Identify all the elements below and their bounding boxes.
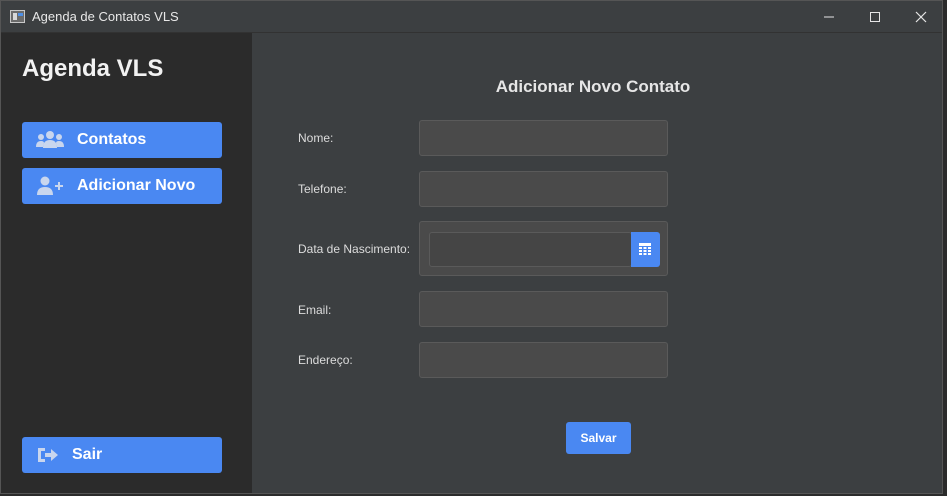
form-title-text: Adicionar Novo Contato (495, 77, 691, 96)
form-title: Adicionar Novo Contato (252, 77, 942, 97)
close-button[interactable] (898, 1, 942, 33)
minimize-icon (824, 16, 834, 18)
nascimento-label: Data de Nascimento: (298, 242, 411, 256)
user-plus-icon (37, 176, 63, 195)
sign-out-icon (38, 448, 58, 462)
email-input[interactable] (419, 291, 668, 327)
brand-title: Agenda VLS (22, 55, 164, 82)
logout-label: Sair (72, 446, 103, 463)
sidebar-item-label: Contatos (77, 131, 147, 148)
app-icon (10, 10, 25, 23)
sidebar-item-adicionar-novo[interactable]: Adicionar Novo (22, 168, 222, 204)
app-window: Agenda de Contatos VLS Agenda VLS Contat… (0, 0, 943, 494)
endereco-input[interactable] (419, 342, 668, 378)
telefone-input[interactable] (419, 171, 668, 207)
maximize-icon (870, 12, 880, 22)
background-strip (943, 0, 947, 496)
sidebar-item-label: Adicionar Novo (77, 177, 196, 194)
save-button[interactable]: Salvar (566, 422, 631, 454)
telefone-label: Telefone: (298, 182, 347, 196)
maximize-button[interactable] (852, 1, 898, 33)
email-label: Email: (298, 303, 332, 317)
nome-label: Nome: (298, 131, 334, 145)
sidebar: Agenda VLS Contatos Adicionar Novo Sair (1, 33, 252, 493)
calendar-icon (639, 243, 651, 255)
window-title: Agenda de Contatos VLS (32, 9, 179, 24)
endereco-label: Endereço: (298, 353, 353, 367)
logout-button[interactable]: Sair (22, 437, 222, 473)
users-icon (36, 131, 64, 148)
form-panel: Adicionar Novo Contato Nome: Telefone: D… (252, 33, 942, 493)
sidebar-item-contatos[interactable]: Contatos (22, 122, 222, 158)
minimize-button[interactable] (806, 1, 852, 33)
date-picker (419, 221, 668, 276)
title-bar[interactable]: Agenda de Contatos VLS (1, 1, 942, 33)
nome-input[interactable] (419, 120, 668, 156)
close-icon (915, 11, 927, 23)
calendar-button[interactable] (631, 232, 660, 267)
nascimento-input[interactable] (429, 232, 632, 267)
